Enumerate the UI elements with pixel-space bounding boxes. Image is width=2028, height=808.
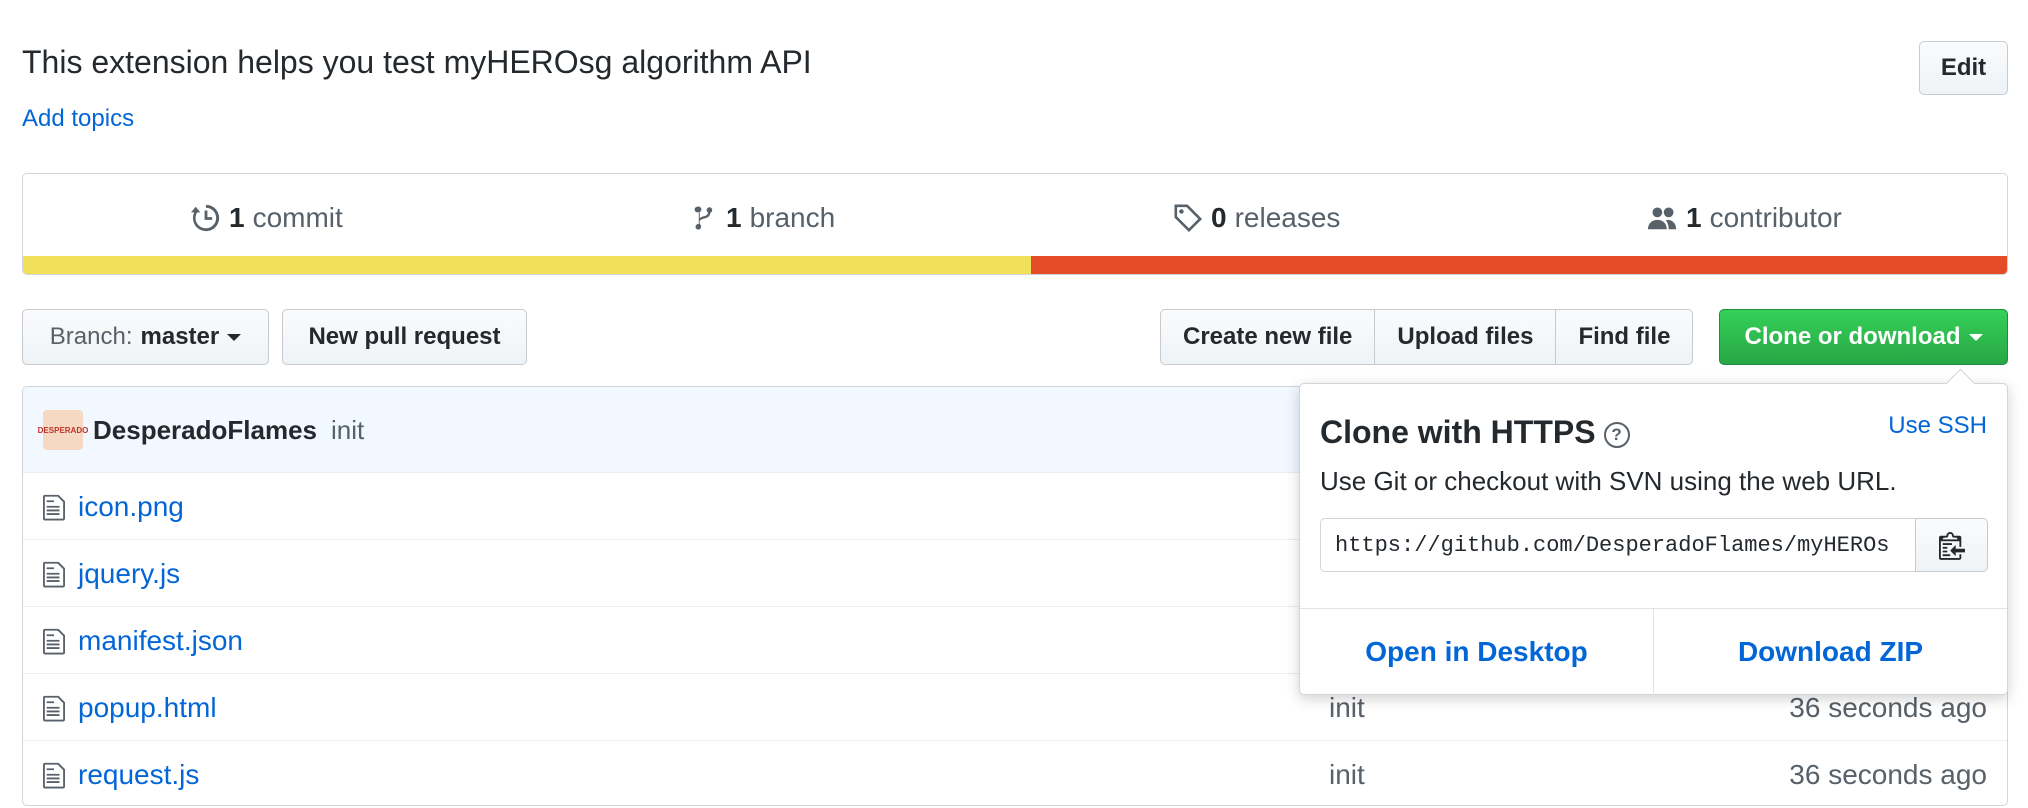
file-actions-group: Create new file Upload files Find file (1160, 309, 1694, 365)
commits-count: 1 (229, 202, 245, 233)
file-name-link[interactable]: popup.html (78, 692, 217, 724)
repo-description: This extension helps you test myHEROsg a… (22, 44, 812, 80)
language-bar-segment[interactable] (1030, 256, 2007, 274)
file-age: 36 seconds ago (1789, 692, 1987, 723)
clone-description: Use Git or checkout with SVN using the w… (1320, 466, 1897, 496)
file-icon (43, 493, 65, 521)
new-pull-request-button[interactable]: New pull request (282, 309, 527, 365)
file-icon (43, 761, 65, 789)
clone-popover-title: Clone with HTTPS ? (1320, 414, 1630, 451)
branch-prefix: Branch: (49, 323, 133, 350)
file-icon (43, 694, 65, 722)
file-name-link[interactable]: jquery.js (78, 558, 180, 590)
branch-select-button[interactable]: Branch: master (22, 309, 269, 365)
file-name-link[interactable]: request.js (78, 759, 199, 791)
file-name-link[interactable]: icon.png (78, 491, 184, 523)
clone-popover-footer: Open in Desktop Download ZIP (1300, 608, 2007, 695)
clipboard-icon (1938, 532, 1965, 560)
contributors-count-link[interactable]: 1 contributor (1648, 198, 1842, 238)
commits-count-link[interactable]: 1 commit (191, 198, 343, 238)
use-ssh-link[interactable]: Use SSH (1888, 412, 1987, 440)
edit-button[interactable]: Edit (1919, 41, 2008, 95)
question-icon[interactable]: ? (1603, 421, 1630, 448)
file-age: 36 seconds ago (1789, 759, 1987, 790)
download-zip-button[interactable]: Download ZIP (1653, 609, 2007, 695)
people-icon (1648, 207, 1677, 230)
file-name-link[interactable]: manifest.json (78, 625, 243, 657)
copy-url-button[interactable] (1915, 518, 1988, 572)
repo-summary: 1 commit 1 branch 0 releases 1 contribut… (22, 173, 2008, 275)
releases-count: 0 (1211, 202, 1227, 233)
caret-down-icon (227, 333, 242, 341)
upload-files-button[interactable]: Upload files (1374, 309, 1557, 365)
history-icon (191, 204, 220, 232)
clone-or-download-button[interactable]: Clone or download (1719, 309, 2008, 365)
avatar[interactable]: DESPERADO (38, 410, 88, 450)
clone-button-label: Clone or download (1744, 323, 1961, 350)
file-commit-message-link[interactable]: init (1329, 692, 1365, 724)
find-file-button[interactable]: Find file (1555, 309, 1694, 365)
branch-name: master (140, 323, 220, 350)
branches-count-link[interactable]: 1 branch (688, 198, 835, 238)
releases-label: releases (1234, 202, 1341, 233)
create-new-file-button[interactable]: Create new file (1160, 309, 1376, 365)
tag-icon (1174, 204, 1203, 233)
file-commit-message-link[interactable]: init (1329, 759, 1365, 791)
avatar-text: DESPERADO (37, 425, 89, 435)
file-row: request.js init 36 seconds ago (23, 740, 2007, 805)
commits-label: commit (252, 202, 343, 233)
contributors-count: 1 (1686, 202, 1702, 233)
branches-label: branch (749, 202, 836, 233)
contributors-label: contributor (1709, 202, 1842, 233)
file-icon (43, 560, 65, 588)
language-bar-segment[interactable] (23, 256, 1031, 274)
popover-arrow (1945, 368, 1976, 399)
clone-popover: Clone with HTTPS ? Use SSH Use Git or ch… (1299, 368, 2008, 695)
branches-count: 1 (726, 202, 742, 233)
caret-down-icon (1968, 333, 1983, 341)
commit-message-link[interactable]: init (331, 415, 364, 446)
language-bar[interactable] (23, 256, 2007, 274)
open-in-desktop-button[interactable]: Open in Desktop (1300, 609, 1653, 695)
clone-url-input[interactable] (1320, 518, 1916, 572)
branch-icon (694, 206, 713, 230)
add-topics-link[interactable]: Add topics (22, 105, 134, 133)
clone-title-text: Clone with HTTPS (1320, 414, 1596, 450)
releases-count-link[interactable]: 0 releases (1173, 198, 1340, 238)
commit-author-link[interactable]: DesperadoFlames (93, 415, 317, 446)
file-icon (43, 627, 65, 655)
